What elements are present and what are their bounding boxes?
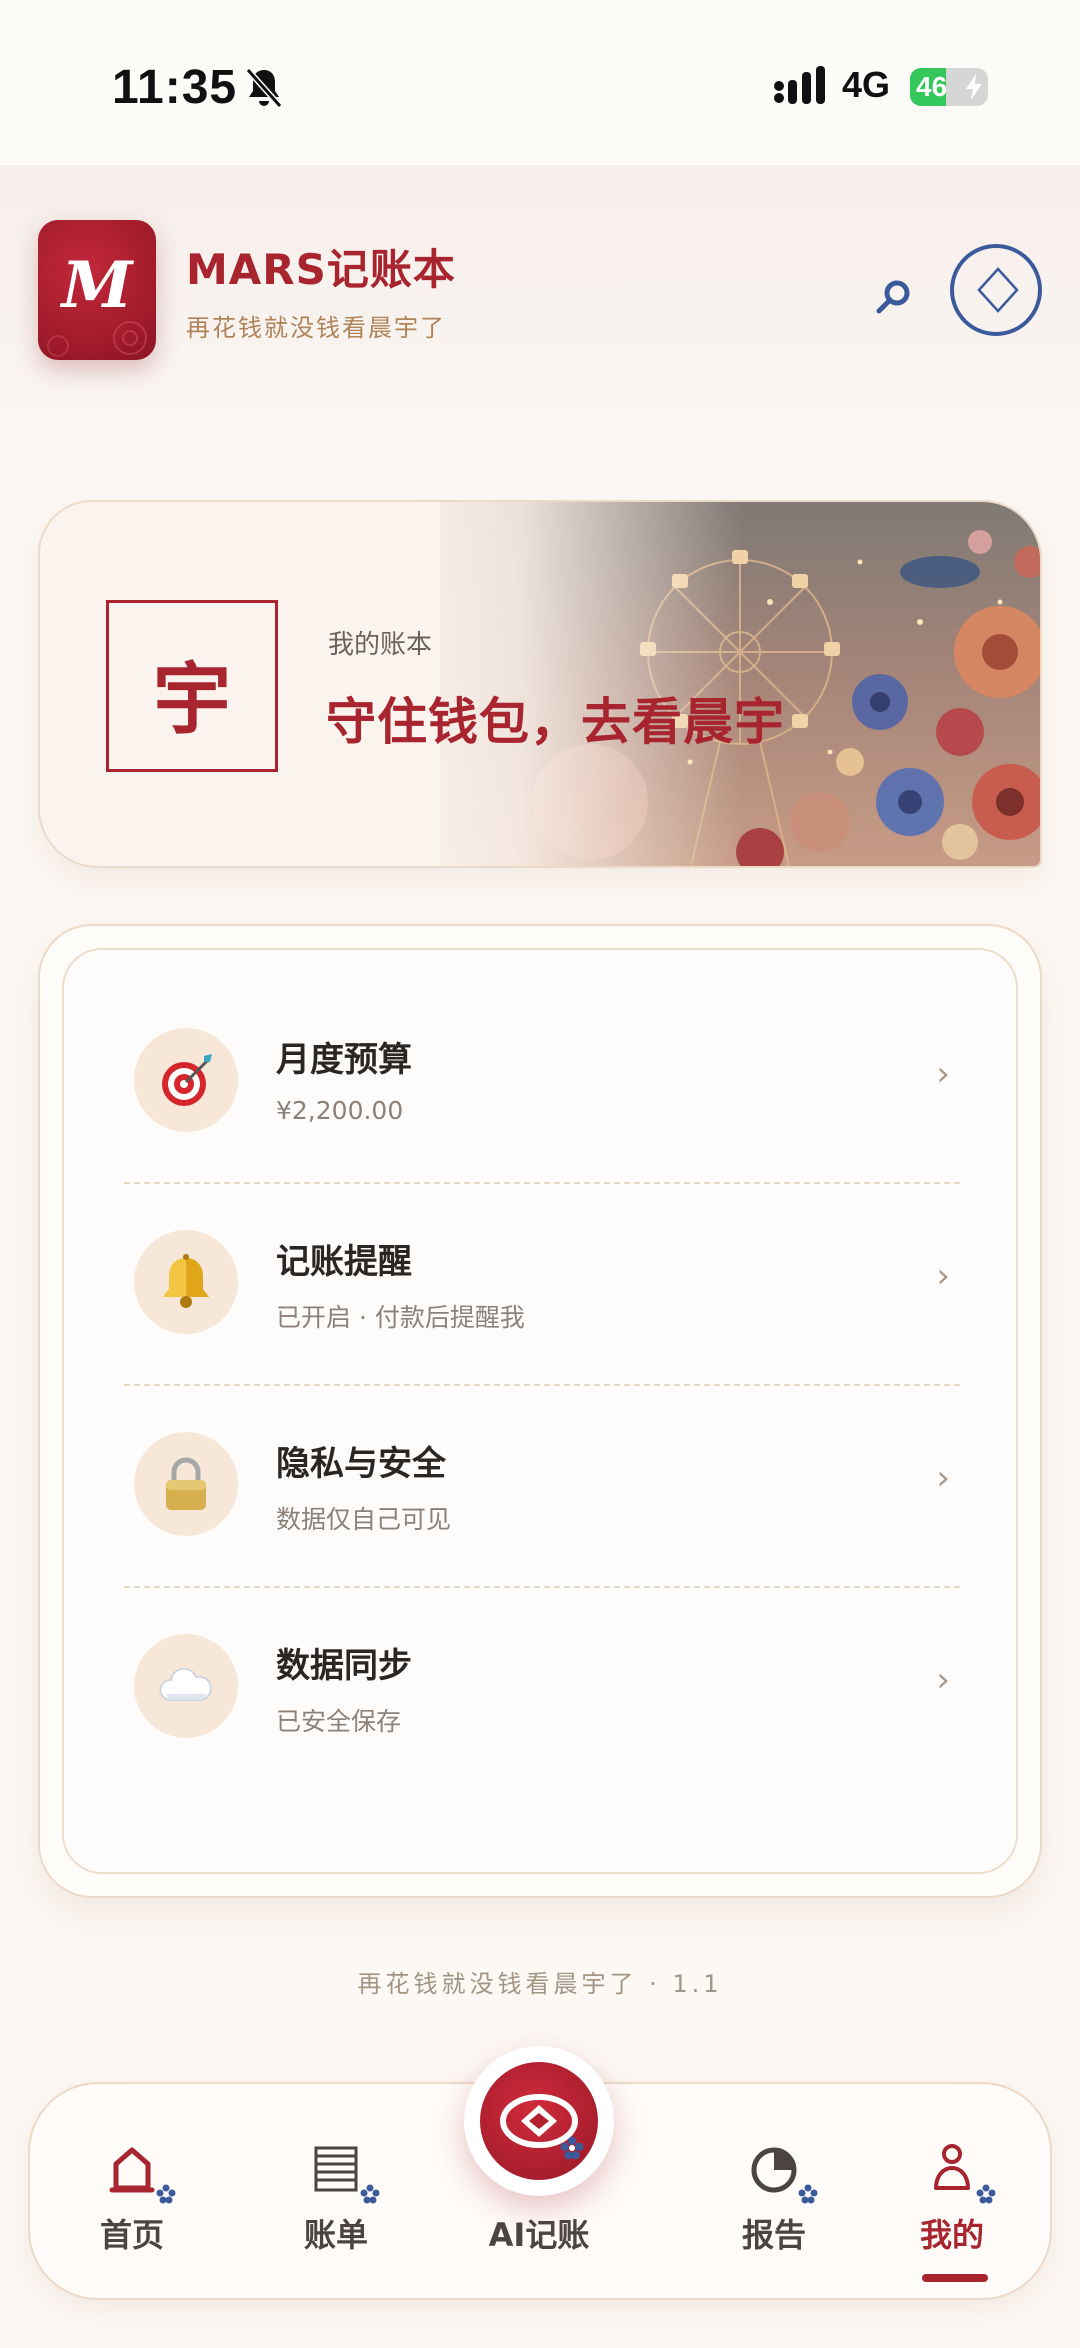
flower-badge-icon (560, 2136, 584, 2160)
nav-item-bills[interactable]: 账单 (256, 2084, 416, 2302)
nav-item-report[interactable]: 报告 (694, 2084, 854, 2302)
row-title: 隐私与安全 (276, 1444, 446, 1484)
row-icon-bg (134, 1230, 238, 1334)
search-icon[interactable] (872, 276, 914, 318)
nav-label: 报告 (741, 2216, 806, 2254)
nav-label-ai: AI记账 (488, 2216, 590, 2254)
seal-character: 宇 (152, 654, 231, 745)
row-title: 记账提醒 (276, 1242, 412, 1282)
battery-percent: 46 (916, 71, 948, 102)
nav-label: 首页 (99, 2216, 164, 2254)
row-subtitle: ¥2,200.00 (276, 1096, 404, 1125)
chevron-right-icon: › (936, 1458, 950, 1498)
nav-label: 账单 (303, 2216, 368, 2254)
name-seal: 宇 (106, 600, 278, 772)
row-title: 月度预算 (276, 1040, 412, 1080)
chevron-right-icon: › (936, 1660, 950, 1700)
pie-chart-icon (751, 2147, 797, 2193)
flower-badge-icon (360, 2184, 380, 2204)
bill-icon (314, 2146, 358, 2192)
row-subtitle: 数据仅自己可见 (276, 1505, 452, 1534)
app-title: MARS记账本 (186, 245, 456, 294)
active-tab-indicator (922, 2274, 988, 2282)
row-title: 数据同步 (276, 1646, 412, 1686)
nav-item-home[interactable]: 首页 (52, 2084, 212, 2302)
settings-row-reminder[interactable]: 记账提醒 已开启 · 付款后提醒我 › (122, 1182, 960, 1384)
diamond-icon (977, 267, 1019, 313)
row-subtitle: 已安全保存 (276, 1707, 402, 1736)
target-icon (162, 1054, 212, 1106)
nav-item-profile[interactable]: 我的 (872, 2084, 1032, 2302)
chevron-right-icon: › (936, 1054, 950, 1094)
ai-button-core (480, 2062, 598, 2180)
settings-row-monthly-budget[interactable]: 月度预算 ¥2,200.00 › (122, 980, 960, 1182)
header-background (0, 165, 1080, 465)
ai-bookkeeping-button[interactable] (464, 2046, 614, 2196)
bell-icon (163, 1254, 209, 1308)
banner-label: 我的账本 (328, 630, 433, 660)
app-logo: M (38, 220, 156, 360)
profile-icon (934, 2144, 970, 2190)
row-subtitle: 已开启 · 付款后提醒我 (276, 1303, 525, 1332)
bell-off-icon (245, 68, 283, 108)
flower-badge-icon (798, 2184, 818, 2204)
status-bar: 11:35 4G 46 (0, 0, 1080, 165)
settings-card: 月度预算 ¥2,200.00 › 记账提醒 已开启 · 付款后提醒我 › 隐私与… (38, 924, 1042, 1898)
banner-title: 守住钱包，去看晨宇 (326, 693, 785, 751)
lock-icon (166, 1457, 206, 1510)
app-subtitle: 再花钱就没钱看晨宇了 (186, 314, 446, 342)
settings-row-data-sync[interactable]: 数据同步 已安全保存 › (122, 1586, 960, 1788)
ledger-banner[interactable]: 宇 我的账本 守住钱包，去看晨宇 (38, 500, 1042, 868)
signal-icon (774, 66, 825, 104)
nav-label: 我的 (919, 2216, 984, 2254)
settings-card-inner: 月度预算 ¥2,200.00 › 记账提醒 已开启 · 付款后提醒我 › 隐私与… (62, 948, 1018, 1874)
flower-badge-icon (156, 2184, 176, 2204)
settings-row-privacy[interactable]: 隐私与安全 数据仅自己可见 › (122, 1384, 960, 1586)
logo-letter: M (61, 248, 133, 323)
flower-badge-icon (976, 2184, 996, 2204)
network-type: 4G (842, 64, 891, 105)
battery-indicator: 46 (910, 68, 988, 106)
row-icon-bg (134, 1432, 238, 1536)
chevron-right-icon: › (936, 1256, 950, 1296)
status-time: 11:35 (112, 61, 238, 114)
cloud-icon (159, 1667, 212, 1701)
home-icon (109, 2147, 155, 2193)
row-icon-bg (134, 1028, 238, 1132)
charging-bolt-icon (966, 74, 982, 100)
footer-version-note: 再花钱就没钱看晨宇了 · 1.1 (357, 1970, 723, 1998)
vip-diamond-button[interactable] (950, 244, 1042, 336)
row-icon-bg (134, 1634, 238, 1738)
